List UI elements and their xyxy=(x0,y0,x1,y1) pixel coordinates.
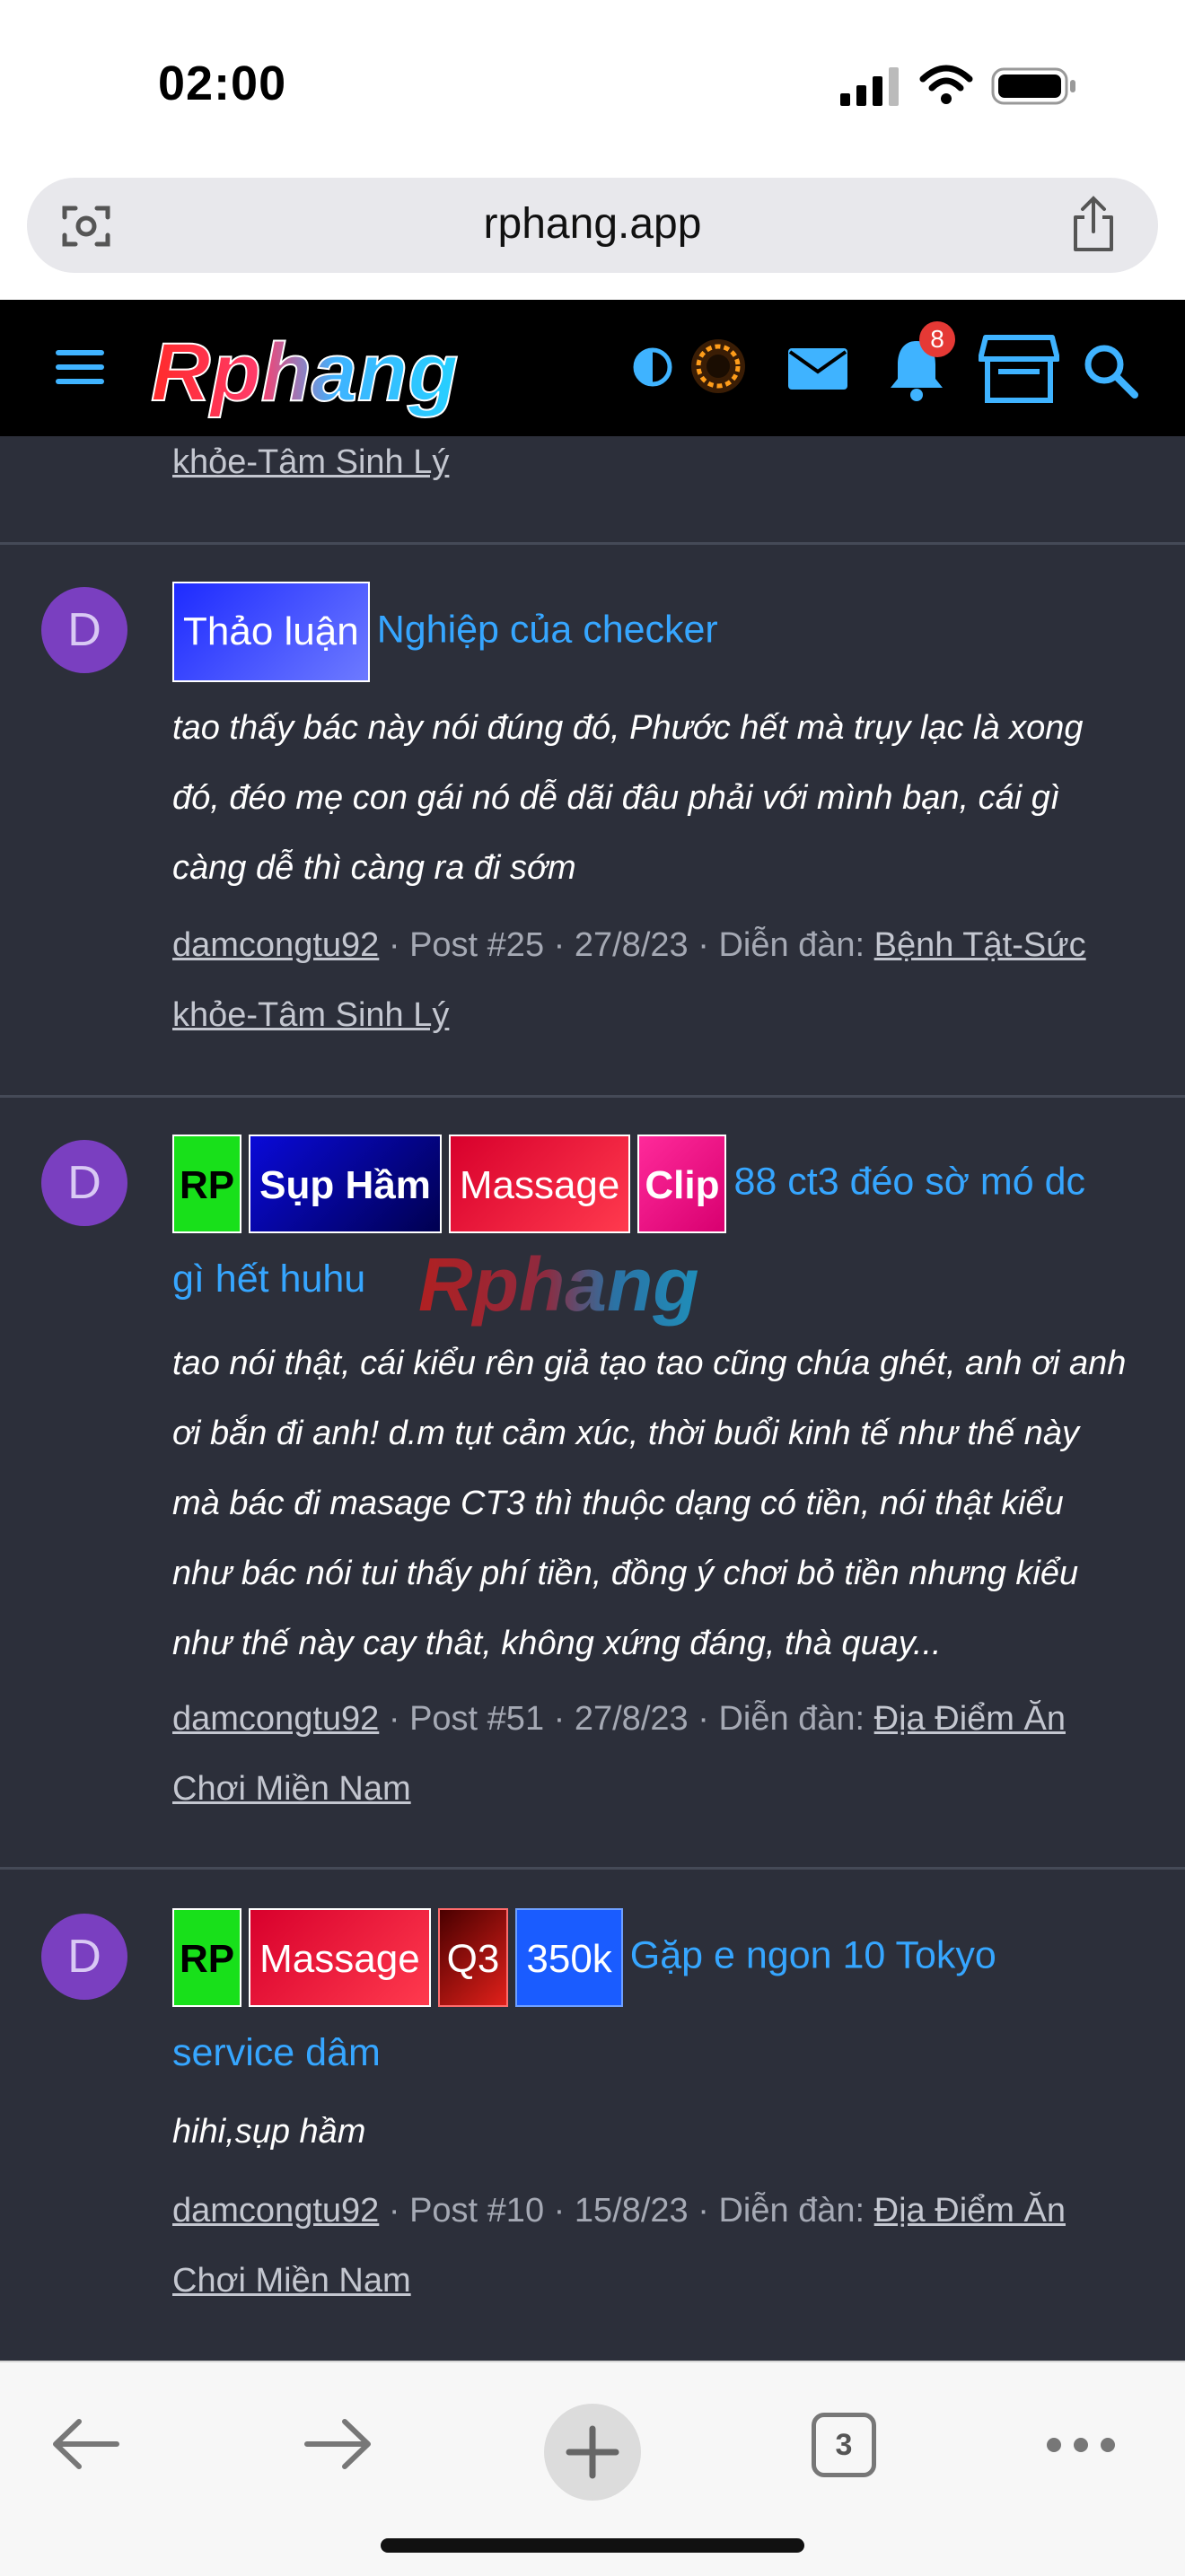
svg-text:Rphang: Rphang xyxy=(418,1242,699,1327)
forum-link[interactable]: Địa Điểm Ăn xyxy=(874,1700,1066,1738)
author-link[interactable]: damcongtu92 xyxy=(172,926,379,964)
tab-switcher-button[interactable]: 3 xyxy=(812,2413,876,2477)
browser-toolbar: 3 xyxy=(0,2361,1185,2576)
forum-label: Diễn đàn: xyxy=(718,926,865,964)
notification-count-badge: 8 xyxy=(919,321,955,357)
hamburger-menu-icon[interactable] xyxy=(54,345,106,390)
post-meta: damcongtu92 · Post #51 · 27/8/23 · Diễn … xyxy=(172,1700,1066,1808)
prefix-tag[interactable]: RP xyxy=(172,1908,242,2007)
more-options-icon[interactable] xyxy=(1045,2434,1117,2456)
share-icon[interactable] xyxy=(1068,196,1119,253)
new-tab-button[interactable] xyxy=(544,2404,641,2501)
forum-link-cont[interactable]: Chơi Miền Nam xyxy=(172,2262,411,2300)
forum-label: Diễn đàn: xyxy=(718,2192,865,2230)
cellular-signal-icon xyxy=(840,67,899,106)
prefix-tag[interactable]: Massage xyxy=(249,1908,431,2007)
thread-title-link[interactable]: 88 ct3 đéo sờ mó dc xyxy=(733,1160,1085,1203)
prefix-tag[interactable]: Q3 xyxy=(437,1908,509,2007)
prefix-tag[interactable]: Sụp Hầm xyxy=(249,1135,442,1233)
search-icon[interactable] xyxy=(1081,341,1138,399)
thread-title-link[interactable]: Gặp e ngon 10 Tokyo xyxy=(630,1933,996,1976)
forum-link[interactable]: Địa Điểm Ăn xyxy=(874,2192,1066,2230)
sun-emblem-icon xyxy=(691,339,745,393)
post-number: Post #51 xyxy=(409,1700,545,1738)
post-meta: damcongtu92 · Post #10 · 15/8/23 · Diễn … xyxy=(172,2192,1066,2300)
post-date: 15/8/23 xyxy=(574,2192,689,2230)
forum-link-cont[interactable]: khỏe-Tâm Sinh Lý xyxy=(172,996,449,1034)
avatar[interactable]: D xyxy=(41,587,127,673)
previous-post-forum-fragment[interactable]: khỏe-Tâm Sinh Lý xyxy=(172,427,1124,497)
svg-text:Rphang: Rphang xyxy=(151,327,458,418)
post-excerpt: tao thấy bác này nói đúng đó, Phước hết … xyxy=(172,709,1084,887)
author-link[interactable]: damcongtu92 xyxy=(172,2192,379,2230)
back-arrow-icon[interactable] xyxy=(50,2413,122,2475)
prefix-tag[interactable]: Massage xyxy=(448,1135,631,1233)
forum-link[interactable]: Bệnh Tật-Sức xyxy=(874,926,1086,964)
mail-icon[interactable] xyxy=(786,346,849,391)
post-date: 27/8/23 xyxy=(574,926,689,964)
thread-title: Thảo luận Nghiệp của checker xyxy=(172,582,1151,682)
avatar[interactable]: D xyxy=(41,1914,127,2000)
divider xyxy=(0,1095,1185,1098)
author-link[interactable]: damcongtu92 xyxy=(172,1700,379,1738)
forward-arrow-icon[interactable] xyxy=(302,2413,373,2475)
forum-link-cont[interactable]: Chơi Miền Nam xyxy=(172,1770,411,1808)
post-meta: damcongtu92 · Post #25 · 27/8/23 · Diễn … xyxy=(172,926,1086,1034)
post-date: 27/8/23 xyxy=(574,1700,689,1738)
forum-link[interactable]: khỏe-Tâm Sinh Lý xyxy=(172,443,449,481)
site-logo[interactable]: Rphang xyxy=(144,323,592,422)
forum-label: Diễn đàn: xyxy=(718,1700,865,1738)
divider xyxy=(0,542,1185,545)
thread-title-link[interactable]: Nghiệp của checker xyxy=(377,608,718,651)
address-bar[interactable]: rphang.app xyxy=(27,178,1158,273)
wifi-icon xyxy=(919,65,973,104)
status-time: 02:00 xyxy=(158,57,287,110)
store-icon[interactable] xyxy=(979,332,1059,406)
battery-icon xyxy=(991,67,1075,105)
post-number: Post #25 xyxy=(409,926,545,964)
home-indicator xyxy=(381,2538,804,2553)
watermark-logo: Rphang xyxy=(418,1242,699,1327)
plus-icon xyxy=(566,2425,619,2479)
avatar[interactable]: D xyxy=(41,1140,127,1226)
browser-chrome-top: 02:00 rphang.app xyxy=(0,0,1185,300)
prefix-tag[interactable]: RP xyxy=(172,1135,242,1233)
prefix-tag[interactable]: Thảo luận xyxy=(172,582,370,682)
post-excerpt: tao nói thật, cái kiểu rên giả tạo tao c… xyxy=(172,1345,1127,1662)
theme-toggle-icon[interactable] xyxy=(632,346,673,388)
url-text[interactable]: rphang.app xyxy=(27,199,1158,249)
thread-title-link-cont[interactable]: gì hết huhu xyxy=(172,1257,365,1301)
site-header: Rphang 8 xyxy=(0,300,1185,436)
post-number: Post #10 xyxy=(409,2192,545,2230)
divider xyxy=(0,1867,1185,1870)
thread-title: RP Massage Q3 350k Gặp e ngon 10 Tokyo servi… xyxy=(172,1908,1151,2098)
prefix-tag[interactable]: Clip xyxy=(637,1135,727,1233)
post-excerpt: hihi,sụp hầm xyxy=(172,2113,366,2151)
prefix-tag[interactable]: 350k xyxy=(515,1908,623,2007)
thread-title-link-cont[interactable]: service dâm xyxy=(172,2031,381,2074)
